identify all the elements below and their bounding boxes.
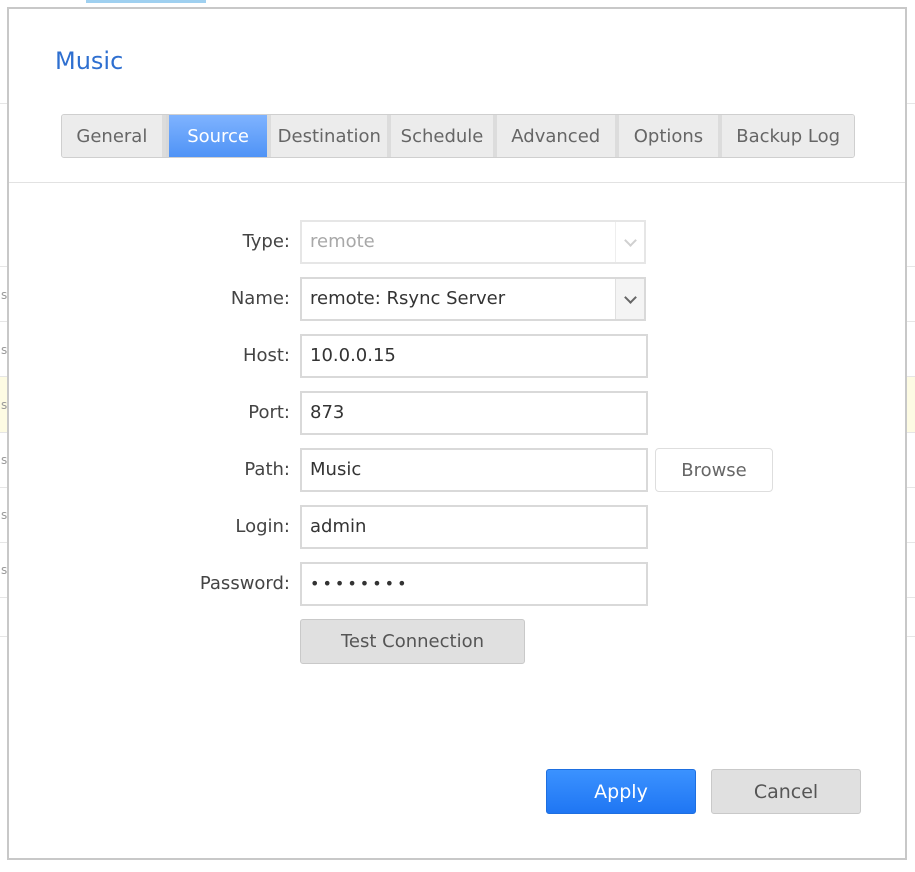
port-input[interactable]: 873 xyxy=(300,391,648,435)
type-select: remote xyxy=(300,220,646,264)
name-select[interactable]: remote: Rsync Server xyxy=(300,277,646,321)
tab-general[interactable]: General xyxy=(62,115,166,157)
cancel-button[interactable]: Cancel xyxy=(711,769,861,814)
tab-schedule[interactable]: Schedule xyxy=(391,115,497,157)
background-tab-accent xyxy=(86,0,206,3)
tab-destination[interactable]: Destination xyxy=(271,115,392,157)
host-input[interactable]: 10.0.0.15 xyxy=(300,334,648,378)
password-input[interactable]: •••••••• xyxy=(300,562,648,606)
tab-backup-log[interactable]: Backup Log xyxy=(722,115,854,157)
browse-button[interactable]: Browse xyxy=(655,448,773,492)
backup-task-dialog: Music General Source Destination Schedul… xyxy=(7,7,907,860)
tab-label: Schedule xyxy=(400,125,484,147)
chevron-down-icon[interactable] xyxy=(615,279,644,319)
type-label: Type: xyxy=(242,231,290,252)
name-label: Name: xyxy=(230,288,290,309)
host-row: Host: 10.0.0.15 xyxy=(9,334,905,378)
path-row: Path: Music Browse xyxy=(9,448,905,492)
port-row: Port: 873 xyxy=(9,391,905,435)
tab-label: Options xyxy=(633,125,704,147)
tab-options[interactable]: Options xyxy=(618,115,723,157)
apply-button[interactable]: Apply xyxy=(546,769,696,814)
tab-advanced[interactable]: Advanced xyxy=(496,115,619,157)
name-row: Name: remote: Rsync Server xyxy=(9,277,905,321)
chevron-down-icon xyxy=(615,222,644,262)
tab-label: Backup Log xyxy=(736,125,841,147)
tab-bar: General Source Destination Schedule Adva… xyxy=(61,114,855,158)
path-input[interactable]: Music xyxy=(300,448,648,492)
tab-source[interactable]: Source xyxy=(165,115,272,157)
port-label: Port: xyxy=(248,402,290,423)
dialog-title: Music xyxy=(55,47,124,75)
type-value: remote xyxy=(310,231,375,252)
password-row: Password: •••••••• xyxy=(9,562,905,606)
tab-label: Advanced xyxy=(511,125,601,147)
login-row: Login: admin xyxy=(9,505,905,549)
type-row: Type: remote xyxy=(9,220,905,264)
tab-divider xyxy=(9,182,905,183)
name-value: remote: Rsync Server xyxy=(310,288,506,309)
login-input[interactable]: admin xyxy=(300,505,648,549)
tab-label: Destination xyxy=(277,125,381,147)
tab-label: Source xyxy=(187,125,250,147)
path-label: Path: xyxy=(244,459,290,480)
login-label: Login: xyxy=(235,516,290,537)
password-label: Password: xyxy=(199,573,290,594)
tab-label: General xyxy=(76,125,148,147)
host-label: Host: xyxy=(242,345,290,366)
test-connection-button[interactable]: Test Connection xyxy=(300,619,525,664)
